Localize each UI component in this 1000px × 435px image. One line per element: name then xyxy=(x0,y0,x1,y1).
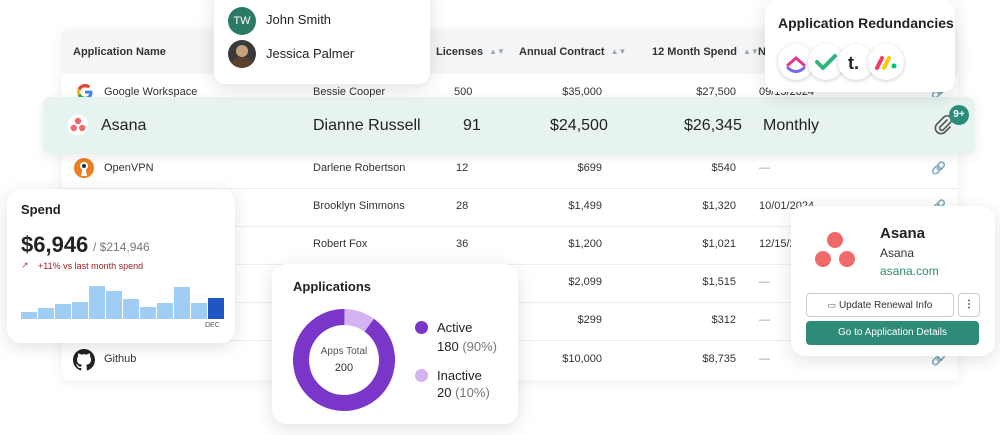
annual-contract-value: $2,099 xyxy=(568,276,602,288)
attachment-count-badge: 9+ xyxy=(949,105,969,125)
app-domain-link[interactable]: asana.com xyxy=(880,264,939,278)
owner-option[interactable]: John Smith xyxy=(266,12,331,27)
active-value: 180 xyxy=(437,339,459,354)
highlighted-row-asana[interactable]: Asana Dianne Russell 91 $24,500 $26,345 … xyxy=(43,97,975,154)
annual-contract-value: $1,499 xyxy=(568,200,602,212)
asana-logo-icon xyxy=(813,230,857,275)
inactive-legend-swatch xyxy=(415,369,428,382)
spend-bar xyxy=(21,312,37,319)
calendar-icon: ▭ xyxy=(827,300,837,310)
licenses-value: 28 xyxy=(456,200,469,212)
licenses-value: 36 xyxy=(456,238,469,250)
application-redundancies-card: Application Redundancies t. xyxy=(765,0,955,92)
update-renewal-button[interactable]: ▭ Update Renewal Info xyxy=(806,293,954,317)
monday-icon[interactable] xyxy=(868,44,904,80)
spend-value: $1,021 xyxy=(702,238,736,250)
spend-bar xyxy=(140,307,156,319)
table-row[interactable]: OpenVPN Darlene Robertson 12 $699 $540 —… xyxy=(62,150,958,189)
spend-value: $1,320 xyxy=(702,200,736,212)
spend-bar xyxy=(123,299,139,319)
apps-total-value: 200 xyxy=(334,362,354,374)
avatar: TW xyxy=(228,7,256,35)
active-segment xyxy=(293,308,395,411)
annual-contract-value: $24,500 xyxy=(550,117,608,134)
openvpn-icon xyxy=(73,157,95,182)
spend-bar-chart xyxy=(21,279,224,319)
spend-value: $1,515 xyxy=(702,276,736,288)
active-legend-swatch xyxy=(415,321,428,334)
spend-change: +11% vs last month spend xyxy=(38,261,144,271)
owner-name: Dianne Russell xyxy=(313,117,421,134)
licenses-value: 91 xyxy=(463,117,481,134)
app-name[interactable]: Asana xyxy=(101,117,146,135)
github-icon xyxy=(73,349,95,374)
renewal-value: — xyxy=(759,314,770,326)
applications-title: Applications xyxy=(293,279,372,294)
inactive-percent: (10%) xyxy=(455,385,490,400)
spend-bar xyxy=(157,303,173,319)
redundancies-title: Application Redundancies xyxy=(778,15,954,31)
owner-list-popup: TW John Smith Jessica Palmer xyxy=(214,0,430,84)
spend-bar xyxy=(208,298,224,319)
spend-value: $26,345 xyxy=(684,117,742,134)
app-detail-name: Asana xyxy=(880,225,926,242)
app-detail-card: Asana Asana asana.com ▭ Update Renewal I… xyxy=(791,206,995,356)
annual-contract-value: $10,000 xyxy=(562,353,602,365)
header-annual-contract[interactable]: Annual Contract ▲▼ xyxy=(519,46,626,58)
spend-bar xyxy=(106,291,122,319)
attachment-icon[interactable]: 🔗 xyxy=(931,161,946,175)
sort-icon[interactable]: ▲▼ xyxy=(489,47,505,56)
header-licenses[interactable]: Licenses ▲▼ xyxy=(436,46,505,58)
spend-bar xyxy=(191,303,207,319)
trend-up-icon: ↗ xyxy=(21,260,29,270)
header-12-month-spend[interactable]: 12 Month Spend ▲▼ xyxy=(652,46,759,58)
renewal-value: — xyxy=(759,162,770,174)
app-name[interactable]: Github xyxy=(104,353,136,365)
go-to-application-details-button[interactable]: Go to Application Details xyxy=(806,321,979,345)
spend-value: $312 xyxy=(711,314,736,326)
spend-bar xyxy=(55,304,71,319)
owner-name: Darlene Robertson xyxy=(313,162,406,174)
month-label: DEC xyxy=(205,322,220,329)
apps-total-label: Apps Total xyxy=(320,346,368,357)
header-application-name[interactable]: Application Name xyxy=(73,46,166,58)
spend-value: $8,735 xyxy=(702,353,736,365)
renewal-value: Monthly xyxy=(763,117,820,134)
annual-contract-value: $1,200 xyxy=(568,238,602,250)
owner-name: Robert Fox xyxy=(313,238,368,250)
spend-amount: $6,946 xyxy=(21,232,89,257)
inactive-label: Inactive xyxy=(437,368,482,383)
more-options-icon[interactable]: ⋮ xyxy=(958,293,980,317)
app-name[interactable]: OpenVPN xyxy=(104,162,154,174)
active-percent: (90%) xyxy=(462,339,498,354)
owner-option[interactable]: Jessica Palmer xyxy=(266,46,354,61)
spend-bar xyxy=(38,308,54,319)
avatar xyxy=(228,40,256,68)
spend-total: $214,946 xyxy=(99,240,150,254)
spend-card: Spend $6,946 / $214,946 ↗ +11% vs last m… xyxy=(7,189,235,343)
renewal-value: — xyxy=(759,353,770,365)
active-label: Active xyxy=(437,320,473,335)
applications-card: Applications Apps Total 200 Active 180 (… xyxy=(272,264,518,424)
annual-contract-value: $299 xyxy=(577,314,602,326)
sort-icon[interactable]: ▲▼ xyxy=(743,47,759,56)
spend-title: Spend xyxy=(21,202,61,217)
spend-bar xyxy=(72,302,88,319)
spend-value: $540 xyxy=(711,162,736,174)
licenses-value: 12 xyxy=(456,162,469,174)
applications-donut-chart xyxy=(293,308,395,411)
renewal-value: — xyxy=(759,276,770,288)
spend-bar xyxy=(89,286,105,319)
annual-contract-value: $699 xyxy=(577,162,602,174)
spend-bar xyxy=(174,287,190,319)
sort-icon[interactable]: ▲▼ xyxy=(611,47,627,56)
svg-text:t.: t. xyxy=(848,53,859,73)
inactive-value: 20 xyxy=(437,385,452,400)
owner-name: Brooklyn Simmons xyxy=(313,200,405,212)
app-detail-vendor: Asana xyxy=(880,246,915,260)
asana-icon xyxy=(67,114,89,141)
